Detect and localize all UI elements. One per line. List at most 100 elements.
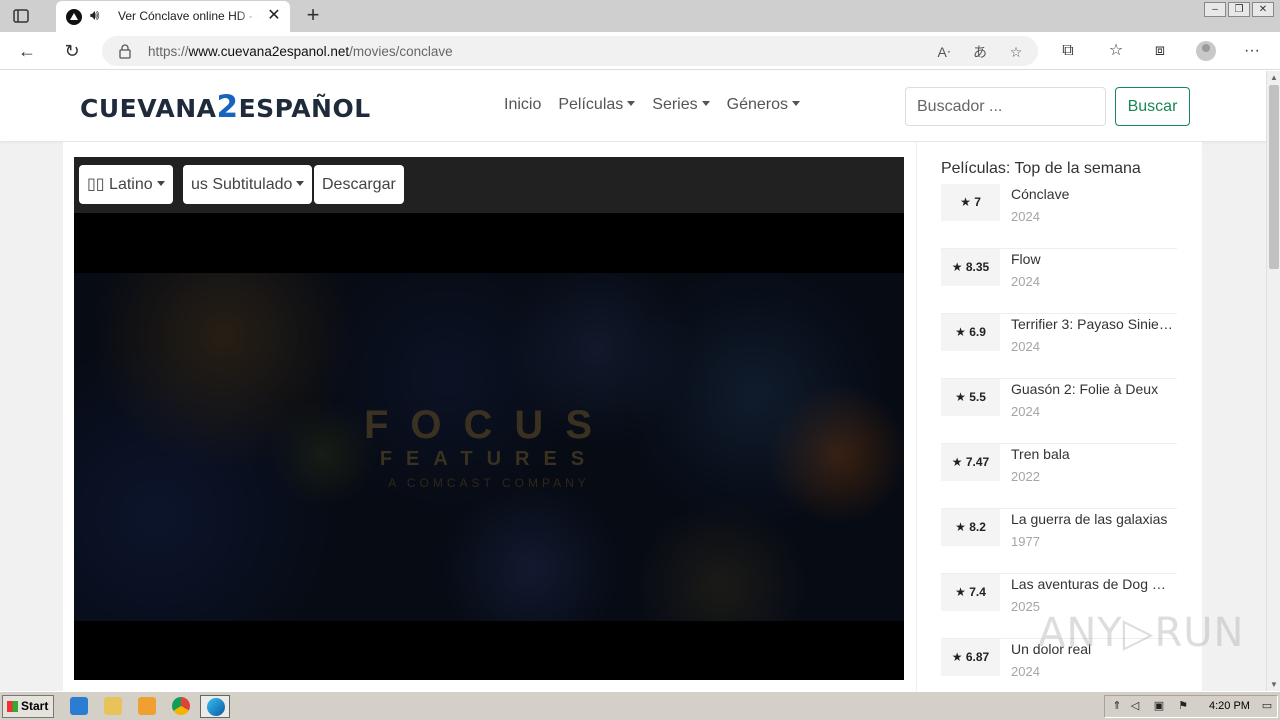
audio-language-label: ▯▯ Latino bbox=[87, 176, 153, 193]
search-input[interactable] bbox=[905, 87, 1106, 126]
page-viewport: CUEVANA2ESPAÑOL Inicio Películas Series … bbox=[0, 71, 1266, 691]
movie-title[interactable]: La guerra de las galaxias bbox=[1011, 511, 1175, 527]
list-item[interactable]: ★ 5.5 Guasón 2: Folie à Deux 2024 bbox=[941, 379, 1177, 444]
speaker-icon[interactable]: 🔊︎ bbox=[90, 7, 110, 25]
rating-badge: ★ 8.35 bbox=[941, 249, 1000, 286]
rating-badge: ★ 7.47 bbox=[941, 444, 1000, 481]
movie-title[interactable]: Terrifier 3: Payaso Siniestro bbox=[1011, 316, 1175, 332]
subtitle-dropdown[interactable]: us Subtitulado bbox=[183, 165, 313, 204]
system-tray: ⇑ ◁ ▣ ⚑ 4:20 PM ▭ bbox=[1104, 695, 1278, 718]
subtitle-label: us Subtitulado bbox=[191, 176, 293, 193]
refresh-icon[interactable]: ↻ bbox=[61, 40, 83, 62]
movie-title[interactable]: Flow bbox=[1011, 251, 1175, 267]
add-favorite-icon[interactable]: ☆ bbox=[1006, 42, 1026, 62]
scroll-up-icon[interactable]: ▲ bbox=[1270, 73, 1278, 82]
movie-title[interactable]: Guasón 2: Folie à Deux bbox=[1011, 381, 1175, 397]
start-button[interactable]: Start bbox=[2, 695, 54, 718]
rating-badge: ★ 7 bbox=[941, 184, 1000, 221]
volume-icon[interactable]: ◁ bbox=[1129, 700, 1141, 712]
site-header: CUEVANA2ESPAÑOL Inicio Películas Series … bbox=[0, 71, 1266, 141]
ie-icon[interactable] bbox=[70, 697, 88, 715]
scroll-down-icon[interactable]: ▼ bbox=[1270, 680, 1278, 689]
minimize-button[interactable]: – bbox=[1204, 2, 1226, 17]
list-item[interactable]: ★ 7.47 Tren bala 2022 bbox=[941, 444, 1177, 509]
list-item[interactable]: ★ 8.35 Flow 2024 bbox=[941, 249, 1177, 314]
close-tab-icon[interactable]: ✕ bbox=[264, 6, 284, 26]
list-item[interactable]: ★ 7 Cónclave 2024 bbox=[941, 184, 1177, 249]
list-item[interactable]: ★ 6.9 Terrifier 3: Payaso Siniestro 2024 bbox=[941, 314, 1177, 379]
url-text[interactable]: https://www.cuevana2espanol.net/movies/c… bbox=[148, 44, 453, 59]
rating-badge: ★ 5.5 bbox=[941, 379, 1000, 416]
browser-tab-active[interactable]: 🔊︎ Ver Cónclave online HD - Cuevana ✕ bbox=[56, 1, 290, 32]
studio-logo-line3: A COMCAST COMPANY bbox=[388, 476, 590, 490]
movie-title[interactable]: Cónclave bbox=[1011, 186, 1175, 202]
nav-home[interactable]: Inicio bbox=[504, 96, 541, 114]
maximize-button[interactable]: ❐ bbox=[1228, 2, 1250, 17]
logo-text-3: ESPAÑOL bbox=[238, 94, 371, 123]
movie-year: 1977 bbox=[1011, 534, 1040, 549]
rating-badge: ★ 7.4 bbox=[941, 574, 1000, 611]
os-taskbar: Start ⇑ ◁ ▣ ⚑ 4:20 PM ▭ bbox=[0, 691, 1280, 720]
logo-text-2: 2 bbox=[216, 89, 239, 125]
video-player[interactable]: ▯▯ Latino us Subtitulado Descargar FOCUS… bbox=[74, 157, 904, 680]
movie-year: 2024 bbox=[1011, 339, 1040, 354]
movie-year: 2024 bbox=[1011, 664, 1040, 679]
search-button[interactable]: Buscar bbox=[1115, 87, 1190, 126]
tray-expand-icon[interactable]: ⇑ bbox=[1111, 700, 1123, 712]
file-explorer-icon[interactable] bbox=[104, 697, 122, 715]
rating-badge: ★ 6.9 bbox=[941, 314, 1000, 351]
network-icon[interactable]: ▣ bbox=[1153, 700, 1165, 712]
read-aloud-icon[interactable]: Aᐧ bbox=[934, 42, 954, 62]
browser-toolbar: ← ↻ https://www.cuevana2espanol.net/movi… bbox=[0, 32, 1280, 70]
audio-language-dropdown[interactable]: ▯▯ Latino bbox=[79, 165, 173, 204]
edge-taskbar-button[interactable] bbox=[200, 695, 230, 718]
window-controls: – ❐ ✕ bbox=[1204, 2, 1274, 18]
back-arrow-icon[interactable]: ← bbox=[16, 40, 38, 62]
video-frame[interactable]: FOCUS FEATURES A COMCAST COMPANY bbox=[74, 273, 904, 621]
sidebar-title: Películas: Top de la semana bbox=[941, 160, 1141, 177]
movie-title[interactable]: Las aventuras de Dog Man bbox=[1011, 576, 1175, 592]
player-toolbar: ▯▯ Latino us Subtitulado Descargar bbox=[74, 157, 904, 213]
main-content: ▯▯ Latino us Subtitulado Descargar FOCUS… bbox=[63, 142, 1202, 691]
clock[interactable]: 4:20 PM bbox=[1209, 700, 1250, 712]
scrollbar-thumb[interactable] bbox=[1269, 85, 1279, 269]
tab-title: Ver Cónclave online HD - Cuevana bbox=[118, 9, 258, 23]
page-scrollbar[interactable]: ▲ ▼ bbox=[1266, 71, 1280, 691]
download-button[interactable]: Descargar bbox=[314, 165, 404, 204]
logo-text-1: CUEVANA bbox=[80, 94, 217, 123]
studio-logo-line2: FEATURES bbox=[379, 448, 599, 470]
nav-series-label: Series bbox=[652, 96, 698, 113]
movie-year: 2025 bbox=[1011, 599, 1040, 614]
list-item[interactable]: ★ 8.2 La guerra de las galaxias 1977 bbox=[941, 509, 1177, 574]
movie-year: 2024 bbox=[1011, 404, 1040, 419]
lock-icon[interactable] bbox=[118, 43, 132, 59]
flag-icon[interactable]: ⚑ bbox=[1177, 700, 1189, 712]
nav-genres-dropdown[interactable]: Géneros bbox=[727, 96, 800, 114]
nav-movies-dropdown[interactable]: Películas bbox=[558, 96, 635, 114]
collections-icon[interactable]: ⧈ bbox=[1150, 41, 1170, 61]
movie-year: 2022 bbox=[1011, 469, 1040, 484]
site-favicon-icon bbox=[66, 9, 82, 25]
studio-logo-line1: FOCUS bbox=[364, 403, 614, 447]
movie-title[interactable]: Tren bala bbox=[1011, 446, 1175, 462]
url-scheme: https:// bbox=[148, 44, 189, 59]
extensions-icon[interactable]: ⧉ bbox=[1058, 41, 1078, 61]
address-bar[interactable]: https://www.cuevana2espanol.net/movies/c… bbox=[102, 36, 1038, 66]
more-menu-icon[interactable]: ··· bbox=[1242, 41, 1262, 61]
show-desktop-icon[interactable]: ▭ bbox=[1261, 700, 1273, 712]
chrome-icon[interactable] bbox=[172, 697, 190, 715]
url-domain: www.cuevana2espanol.net bbox=[188, 44, 350, 59]
tab-actions-icon[interactable] bbox=[12, 7, 30, 25]
url-path: /movies/conclave bbox=[349, 44, 453, 59]
close-window-button[interactable]: ✕ bbox=[1252, 2, 1274, 17]
main-nav: Inicio Películas Series Géneros bbox=[504, 96, 817, 114]
translate-icon[interactable]: あ bbox=[970, 42, 990, 62]
new-tab-button[interactable]: + bbox=[302, 4, 324, 26]
browser-tab-strip: 🔊︎ Ver Cónclave online HD - Cuevana ✕ + … bbox=[0, 0, 1280, 32]
anyrun-watermark: ANY▷RUN bbox=[1038, 610, 1245, 656]
site-logo[interactable]: CUEVANA2ESPAÑOL bbox=[80, 87, 371, 127]
media-player-icon[interactable] bbox=[138, 697, 156, 715]
profile-avatar[interactable] bbox=[1196, 41, 1216, 61]
nav-series-dropdown[interactable]: Series bbox=[652, 96, 709, 114]
favorites-icon[interactable]: ☆ bbox=[1106, 41, 1126, 61]
